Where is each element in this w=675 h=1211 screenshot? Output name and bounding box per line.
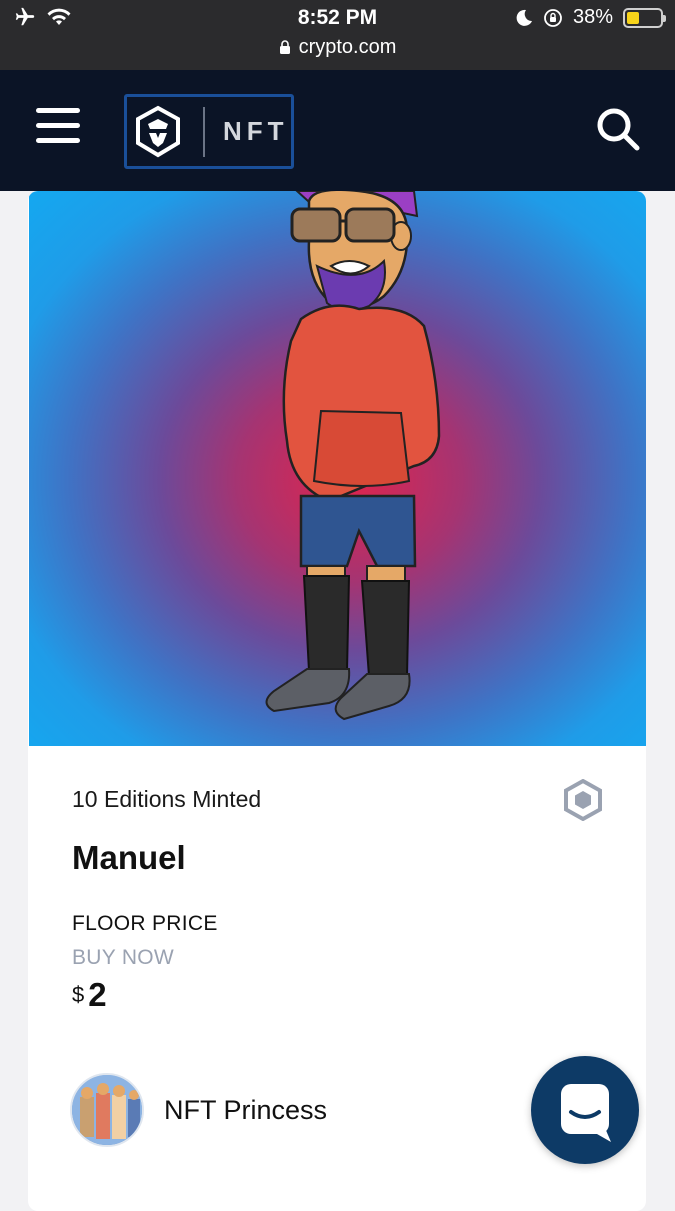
- battery-level: [627, 11, 639, 24]
- buy-now-label: BUY NOW: [72, 946, 175, 969]
- address-bar[interactable]: crypto.com: [0, 36, 675, 59]
- menu-icon[interactable]: [36, 108, 80, 144]
- price-value: 2: [88, 976, 107, 1013]
- creator-link[interactable]: NFT Princess: [70, 1073, 327, 1147]
- nft-artwork[interactable]: [29, 191, 646, 746]
- chat-support-button[interactable]: [531, 1056, 639, 1164]
- floor-price-label: FLOOR PRICE: [72, 912, 218, 935]
- url-text: crypto.com: [298, 36, 397, 58]
- battery-icon: [623, 7, 666, 28]
- cartoon-character-illustration: [265, 191, 441, 721]
- status-right: 38%: [515, 6, 666, 29]
- editions-count: 10 Editions Minted: [72, 786, 262, 812]
- moon-icon: [516, 9, 532, 26]
- lock-icon: [279, 40, 290, 54]
- search-icon[interactable]: [595, 106, 641, 152]
- logo-nft-text: NFT: [223, 116, 289, 146]
- site-header: NFT: [0, 70, 675, 191]
- crypto-logo-icon: [136, 105, 180, 158]
- rotation-lock-icon: [544, 8, 562, 27]
- crypto-nft-logo[interactable]: NFT: [124, 94, 294, 169]
- price-currency: $: [72, 982, 85, 1007]
- creator-name[interactable]: NFT Princess: [164, 1095, 327, 1126]
- avatar-image: [72, 1075, 142, 1145]
- avatar[interactable]: [70, 1073, 144, 1147]
- chat-icon: [561, 1084, 611, 1142]
- battery-percent: 38%: [572, 6, 613, 28]
- status-bar: 8:52 PM crypto.com 38%: [0, 0, 675, 70]
- price: $2: [72, 976, 107, 1014]
- logo-divider: [203, 107, 205, 157]
- nft-title[interactable]: Manuel: [72, 839, 186, 877]
- chain-hexagon-icon: [564, 779, 602, 821]
